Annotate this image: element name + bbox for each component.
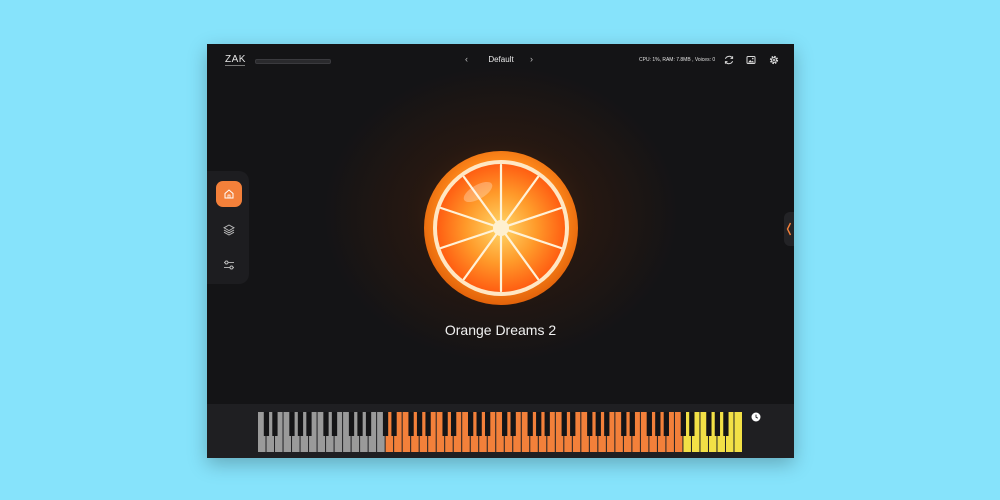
previous-preset-button[interactable]: ‹ [465,54,468,64]
white-key[interactable] [734,412,742,452]
black-key[interactable] [510,412,516,436]
black-key[interactable] [391,412,397,436]
black-key[interactable] [723,412,729,436]
black-key[interactable] [595,412,601,436]
logo-underline [225,65,245,66]
black-key[interactable] [604,412,610,436]
layers-icon [223,224,235,236]
top-bar: ZAK ‹ Default › CPU: 1%, RAM: 7.8MB , Vo… [207,44,794,78]
black-key[interactable] [331,412,338,436]
black-key[interactable] [680,412,686,436]
black-key[interactable] [348,412,355,436]
black-key[interactable] [365,412,372,436]
controls-button[interactable] [216,252,242,278]
next-preset-button[interactable]: › [530,54,533,64]
chevron-left-icon [786,222,792,236]
black-key[interactable] [714,412,721,436]
refresh-icon[interactable] [723,54,735,66]
black-key[interactable] [570,412,576,436]
black-key[interactable] [416,412,423,436]
preset-title: Orange Dreams 2 [444,322,557,338]
black-key[interactable] [382,412,389,436]
piano-keyboard[interactable] [258,412,743,452]
black-key[interactable] [527,412,533,436]
black-key[interactable] [646,412,652,436]
black-key[interactable] [297,412,304,436]
black-key[interactable] [485,412,491,436]
progress-bar [255,59,331,64]
black-key[interactable] [706,412,712,436]
black-key[interactable] [408,412,414,436]
black-key[interactable] [357,412,363,436]
black-key[interactable] [425,412,431,436]
preset-name[interactable]: Default [477,55,525,64]
black-key[interactable] [629,412,635,436]
black-key[interactable] [621,412,627,436]
gear-icon[interactable] [768,54,780,66]
image-icon[interactable] [745,54,757,66]
plugin-window: ZAK ‹ Default › CPU: 1%, RAM: 7.8MB , Vo… [207,44,794,458]
black-key[interactable] [442,412,448,436]
black-key[interactable] [450,412,457,436]
resource-stats: CPU: 1%, RAM: 7.8MB , Voices: 0 [639,57,716,63]
orange-artwork [424,151,578,305]
home-icon [224,189,234,199]
collapse-panel-tab[interactable] [784,212,794,246]
black-key[interactable] [502,412,508,436]
black-key[interactable] [544,412,550,436]
black-key[interactable] [263,412,270,436]
black-key[interactable] [289,412,295,436]
keyboard-panel [207,404,794,458]
black-key[interactable] [468,412,474,436]
black-key[interactable] [323,412,329,436]
black-key[interactable] [476,412,482,436]
black-key[interactable] [587,412,593,436]
black-key[interactable] [306,412,312,436]
sidebar [207,171,249,284]
sliders-icon [224,260,234,270]
black-key[interactable] [689,412,695,436]
home-button[interactable] [216,181,242,207]
clock-icon[interactable] [751,412,761,422]
black-key[interactable] [663,412,669,436]
layers-button[interactable] [216,217,242,243]
black-key[interactable] [536,412,542,436]
logo: ZAK [225,54,246,65]
black-key[interactable] [655,412,661,436]
black-key[interactable] [561,412,567,436]
black-key[interactable] [272,412,278,436]
